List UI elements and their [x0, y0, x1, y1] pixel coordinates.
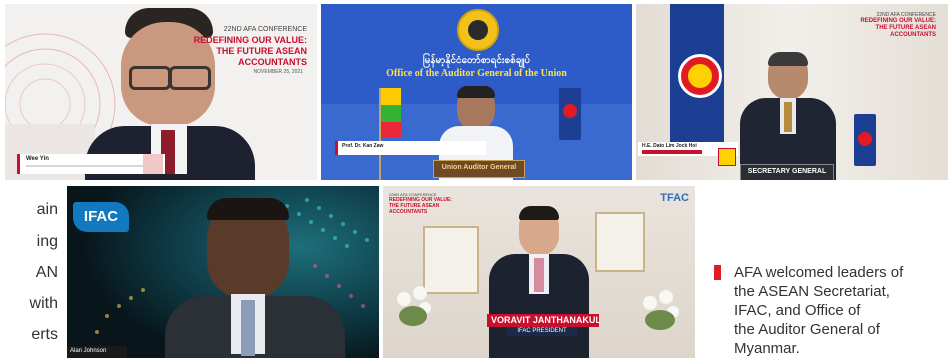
caption-accent-bar: [714, 265, 721, 280]
fragment-line-5: erts: [31, 326, 58, 343]
theme-line-2: THE FUTURE ASEAN: [216, 46, 307, 56]
video-tile-lim-jock-hoi: 22ND AFA CONFERENCE REDEFINING OUR VALUE…: [636, 4, 948, 180]
wall-painting: [595, 212, 645, 272]
theme-line-3: ACCOUNTANTS: [890, 32, 936, 38]
caption-line-5: Myanmar.: [734, 340, 800, 357]
myanmar-flag: [379, 88, 401, 180]
ifac-logo: IFAC: [73, 202, 129, 232]
conference-label: 22ND AFA CONFERENCE: [223, 26, 307, 33]
fragment-line-2: ing: [36, 233, 58, 250]
caption-line-4: the Auditor General of: [734, 321, 880, 338]
name-lower-third: VORAVIT JANTHANAKUL IFAC PRESIDENT: [487, 314, 601, 338]
fragment-line-3: AN: [35, 264, 58, 281]
theme-line-3: ACCOUNTANTS: [238, 57, 307, 67]
caption-line-2: the ASEAN Secretariat,: [734, 283, 890, 300]
placard-text: SECRETARY GENERAL: [747, 168, 827, 175]
office-title: Office of the Auditor General of the Uni…: [386, 68, 567, 79]
tfac-logo: TFAC: [660, 192, 689, 204]
speaker-name: Wee Yin: [26, 156, 49, 162]
video-tile-kan-zaw: မြန်မာ့နိုင်ငံတော်စာရင်းစစ်ချုပ် Office …: [321, 4, 632, 180]
asean-flag-large: [670, 4, 724, 154]
nameplate: SECRETARY GENERAL: [740, 164, 834, 180]
photo-caption: AFA welcomed leaders of the ASEAN Secret…: [714, 263, 948, 358]
fragment-line-1: ain: [36, 201, 58, 218]
caption-line-3: IFAC, and Office of: [734, 302, 861, 319]
asean-flag-small: [854, 114, 876, 166]
theme-line-1: REDEFINING OUR VALUE:: [193, 35, 307, 45]
name-lower-third: Alan Johnson: [67, 346, 127, 358]
myanmar-title: မြန်မာ့နိုင်ငံတော်စာရင်းစစ်ချုပ်: [422, 55, 531, 66]
caption-line-1: AFA welcomed leaders of: [734, 264, 904, 281]
speaker-name: Prof. Dr. Kan Zaw: [342, 143, 384, 149]
speaker-lim-jock-hoi: [740, 52, 836, 180]
theme-line-2: THE FUTURE ASEAN: [875, 25, 936, 31]
article-text-fragment: ain ing AN with erts: [0, 198, 60, 358]
asean-flag: [559, 88, 581, 140]
video-tile-alan-johnson: IFAC Alan Johnson: [67, 186, 379, 358]
conference-date: NOVEMBER 25, 2021: [253, 69, 303, 75]
speaker-role: IFAC PRESIDENT: [517, 328, 567, 334]
theme-line-3: ACCOUNTANTS: [389, 209, 428, 215]
afa-logo-mark: [143, 154, 163, 174]
speaker-alan-johnson: [165, 198, 345, 358]
fragment-line-4: with: [29, 295, 58, 312]
wall-painting: [423, 226, 479, 294]
asean-emblem: [718, 148, 736, 166]
video-tile-wee-yin: 22ND AFA CONFERENCE REDEFINING OUR VALUE…: [5, 4, 317, 180]
placard-text: Union Auditor General: [441, 164, 517, 171]
nameplate: Union Auditor General: [433, 160, 525, 178]
flower-arrangement: [393, 286, 437, 336]
theme-line-1: REDEFINING OUR VALUE:: [860, 18, 936, 24]
auditor-general-emblem: [457, 9, 499, 51]
video-tile-voravit-janthanakul: 22ND AFA CONFERENCE REDEFINING OUR VALUE…: [383, 186, 695, 358]
speaker-name: VORAVIT JANTHANAKUL: [491, 315, 601, 325]
name-lower-third: Prof. Dr. Kan Zaw: [335, 141, 486, 155]
speaker-name: H.E. Dato Lim Jock Hoi: [642, 143, 697, 149]
ifac-logo-text: IFAC: [83, 208, 119, 225]
speaker-name: Alan Johnson: [70, 348, 107, 354]
flower-arrangement: [637, 290, 685, 340]
